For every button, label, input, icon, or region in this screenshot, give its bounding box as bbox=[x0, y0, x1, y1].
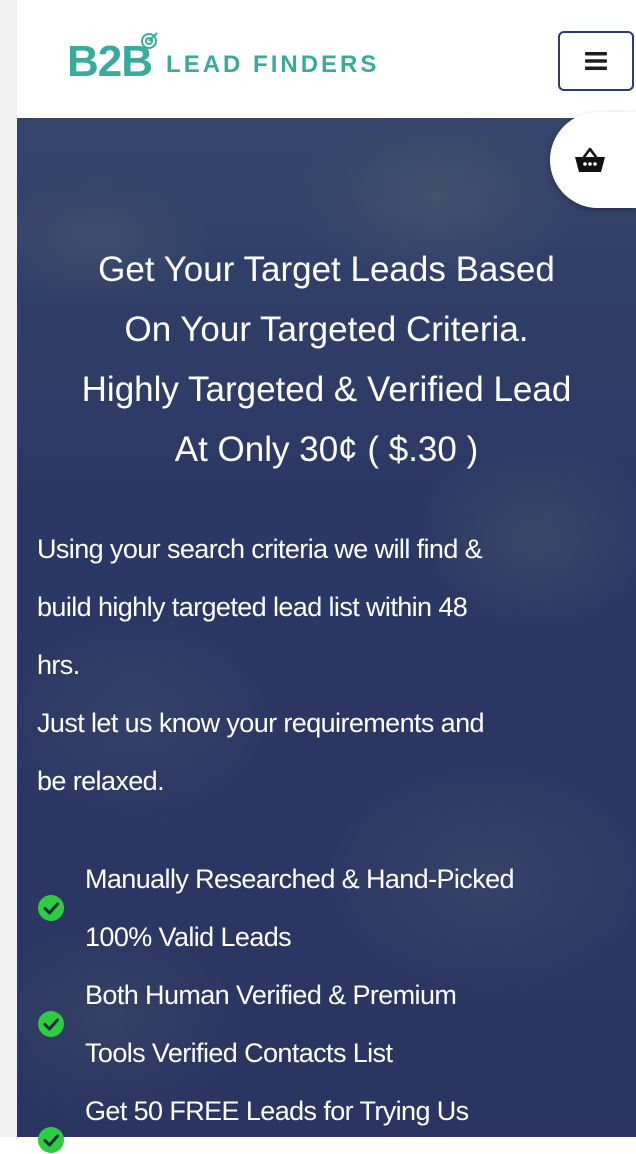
feature-text: Both Human Verified & Premium bbox=[85, 980, 457, 1010]
basket-icon bbox=[575, 147, 605, 172]
hero-description: Using your search criteria we will find … bbox=[37, 520, 617, 810]
hero-title: Get Your Target Leads Based On Your Targ… bbox=[17, 240, 636, 480]
hero-title-line: Get Your Target Leads Based bbox=[98, 250, 555, 289]
feature-list: Manually Researched & Hand-Picked 100% V… bbox=[37, 850, 627, 1153]
feature-text: Tools Verified Contacts List bbox=[85, 1038, 393, 1068]
feature-text: 100% Valid Leads bbox=[85, 922, 292, 952]
feature-item: Manually Researched & Hand-Picked 100% V… bbox=[37, 850, 627, 966]
hero-description-line: Using your search criteria we will find … bbox=[37, 534, 483, 564]
hero-description-line: build highly targeted lead list within 4… bbox=[37, 592, 468, 622]
site-header: B2B LEAD FINDERS bbox=[17, 0, 636, 118]
hero-description-line: be relaxed. bbox=[37, 766, 165, 796]
hero-description-line: hrs. bbox=[37, 650, 80, 680]
cart-button[interactable] bbox=[550, 112, 636, 208]
logo[interactable]: B2B LEAD FINDERS bbox=[67, 22, 379, 102]
feature-item: Both Human Verified & Premium Tools Veri… bbox=[37, 966, 627, 1082]
check-circle-icon bbox=[38, 895, 64, 921]
hero-title-line: On Your Targeted Criteria. bbox=[124, 310, 529, 349]
check-circle-icon bbox=[38, 1011, 64, 1037]
feature-item: Get 50 FREE Leads for Trying Us bbox=[37, 1082, 627, 1153]
hamburger-icon bbox=[585, 52, 607, 70]
check-circle-icon bbox=[38, 1127, 64, 1153]
logo-text: LEAD FINDERS bbox=[166, 51, 380, 78]
hero-title-line: At Only 30¢ ( $.30 ) bbox=[174, 430, 479, 469]
left-page-edge bbox=[0, 0, 17, 1137]
feature-text: Get 50 FREE Leads for Trying Us bbox=[85, 1096, 469, 1126]
target-icon bbox=[141, 32, 158, 49]
feature-text: Manually Researched & Hand-Picked bbox=[85, 864, 515, 894]
menu-button[interactable] bbox=[558, 31, 634, 91]
hero-title-line: Highly Targeted & Verified Lead bbox=[81, 370, 572, 409]
hero-description-line: Just let us know your requirements and bbox=[37, 708, 485, 738]
